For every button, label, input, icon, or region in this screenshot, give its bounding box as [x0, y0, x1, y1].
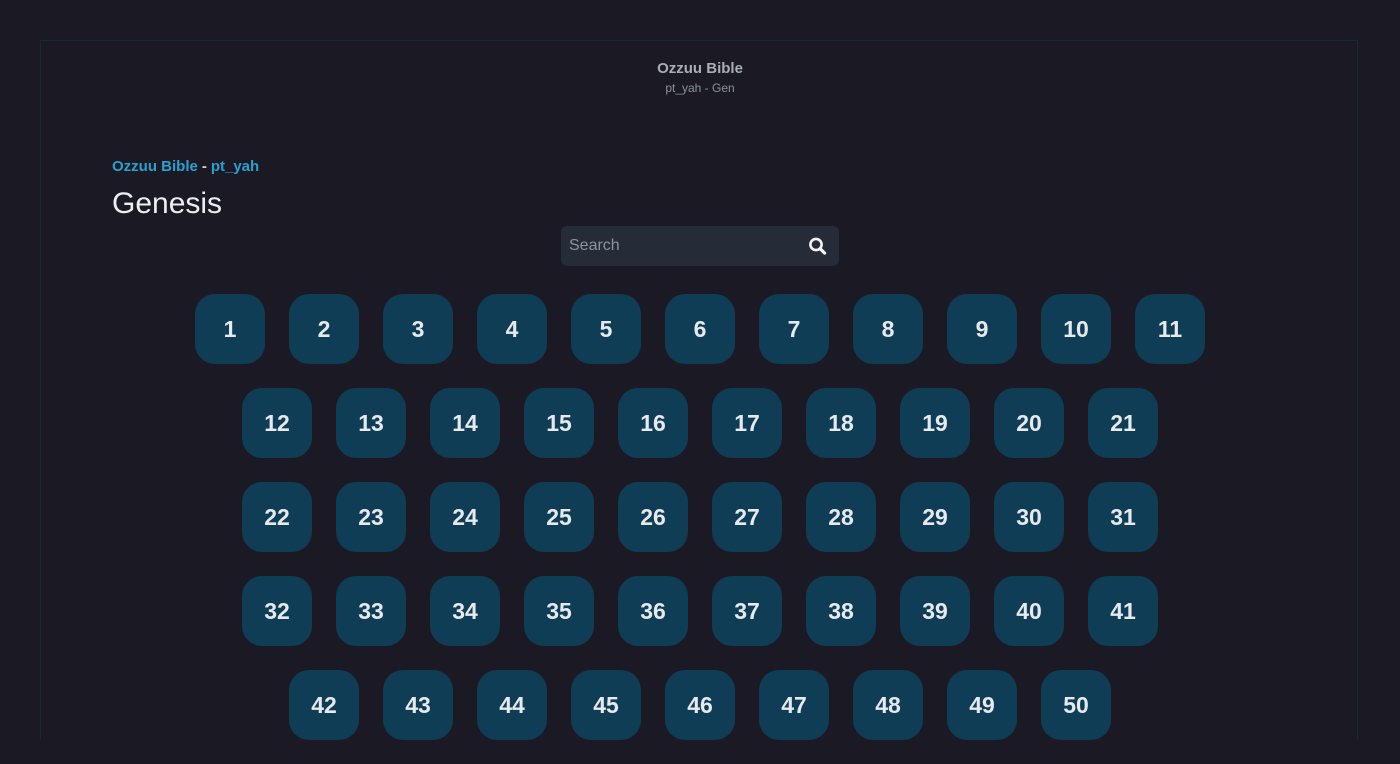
chapter-button[interactable]: 21: [1088, 388, 1158, 458]
chapter-button[interactable]: 49: [947, 670, 1017, 740]
chapter-button[interactable]: 23: [336, 482, 406, 552]
chapter-button[interactable]: 26: [618, 482, 688, 552]
chapter-button[interactable]: 50: [1041, 670, 1111, 740]
chapter-button[interactable]: 16: [618, 388, 688, 458]
chapter-button[interactable]: 8: [853, 294, 923, 364]
chapter-button[interactable]: 45: [571, 670, 641, 740]
chapter-row: 12 13 14 15 16 17 18 19 20 21: [112, 388, 1288, 458]
chapter-row: 22 23 24 25 26 27 28 29 30 31: [112, 482, 1288, 552]
chapter-button[interactable]: 31: [1088, 482, 1158, 552]
chapter-button[interactable]: 34: [430, 576, 500, 646]
chapter-button[interactable]: 15: [524, 388, 594, 458]
chapter-button[interactable]: 40: [994, 576, 1064, 646]
chapter-button[interactable]: 38: [806, 576, 876, 646]
search-box: [561, 226, 839, 266]
chapter-button[interactable]: 46: [665, 670, 735, 740]
chapter-button[interactable]: 3: [383, 294, 453, 364]
chapter-button[interactable]: 44: [477, 670, 547, 740]
chapter-button[interactable]: 25: [524, 482, 594, 552]
chapter-button[interactable]: 6: [665, 294, 735, 364]
chapter-button[interactable]: 24: [430, 482, 500, 552]
chapter-row: 32 33 34 35 36 37 38 39 40 41: [112, 576, 1288, 646]
chapter-button[interactable]: 28: [806, 482, 876, 552]
page-title: Genesis: [112, 187, 223, 220]
chapter-button[interactable]: 4: [477, 294, 547, 364]
chapter-button[interactable]: 37: [712, 576, 782, 646]
chapter-grid: 1 2 3 4 5 6 7 8 9 10 11 12 13 14 15 16 17 18 19 20 21 22 23 24 2…: [112, 294, 1288, 764]
chapter-button[interactable]: 39: [900, 576, 970, 646]
chapter-button[interactable]: 27: [712, 482, 782, 552]
chapter-button[interactable]: 18: [806, 388, 876, 458]
chapter-button[interactable]: 12: [242, 388, 312, 458]
chapter-button[interactable]: 7: [759, 294, 829, 364]
chapter-button[interactable]: 19: [900, 388, 970, 458]
site-subtitle: pt_yah - Gen: [665, 81, 735, 95]
chapter-button[interactable]: 14: [430, 388, 500, 458]
search-input[interactable]: [561, 226, 791, 266]
site-title: Ozzuu Bible: [657, 60, 743, 77]
chapter-button[interactable]: 48: [853, 670, 923, 740]
chapter-row: 42 43 44 45 46 47 48 49 50: [112, 670, 1288, 740]
chapter-button[interactable]: 5: [571, 294, 641, 364]
site-header: Ozzuu Bible pt_yah - Gen: [0, 59, 1400, 96]
chapter-row: 1 2 3 4 5 6 7 8 9 10 11: [112, 294, 1288, 364]
chapter-button[interactable]: 42: [289, 670, 359, 740]
chapter-button[interactable]: 29: [900, 482, 970, 552]
chapter-button[interactable]: 11: [1135, 294, 1205, 364]
chapter-button[interactable]: 47: [759, 670, 829, 740]
breadcrumb: Ozzuu Bible - pt_yah: [112, 157, 259, 177]
chapter-button[interactable]: 13: [336, 388, 406, 458]
search-icon: [809, 237, 827, 255]
search-button[interactable]: [805, 235, 831, 257]
chapter-button[interactable]: 2: [289, 294, 359, 364]
chapter-button[interactable]: 36: [618, 576, 688, 646]
chapter-button[interactable]: 32: [242, 576, 312, 646]
breadcrumb-translation-link[interactable]: pt_yah: [211, 158, 259, 175]
breadcrumb-home-link[interactable]: Ozzuu Bible: [112, 158, 198, 175]
chapter-button[interactable]: 20: [994, 388, 1064, 458]
chapter-button[interactable]: 33: [336, 576, 406, 646]
chapter-button[interactable]: 9: [947, 294, 1017, 364]
chapter-button[interactable]: 43: [383, 670, 453, 740]
chapter-button[interactable]: 10: [1041, 294, 1111, 364]
chapter-button[interactable]: 17: [712, 388, 782, 458]
chapter-button[interactable]: 41: [1088, 576, 1158, 646]
chapter-button[interactable]: 35: [524, 576, 594, 646]
chapter-button[interactable]: 30: [994, 482, 1064, 552]
chapter-button[interactable]: 22: [242, 482, 312, 552]
breadcrumb-separator: -: [201, 158, 207, 175]
chapter-button[interactable]: 1: [195, 294, 265, 364]
